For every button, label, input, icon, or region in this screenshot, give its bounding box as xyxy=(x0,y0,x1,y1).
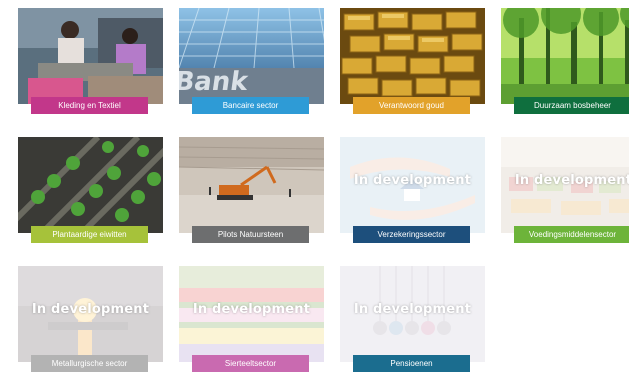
tile-sierteeltsector[interactable]: In development Sierteeltsector xyxy=(179,266,324,372)
forest-image xyxy=(501,8,629,104)
in-development-text: In development xyxy=(192,302,311,317)
gold-bars-image xyxy=(340,8,485,104)
tile-verantwoord-goud[interactable]: Verantwoord goud xyxy=(340,8,485,114)
tile-pensioenen[interactable]: In development Pensioenen xyxy=(340,266,485,372)
bank-building-image: Bank xyxy=(179,8,324,104)
tile-duurzaam-bosbeheer[interactable]: Duurzaam bosbeheer xyxy=(501,8,629,114)
tile-metallurgische-sector[interactable]: In development Metallurgische sector xyxy=(18,266,163,372)
tile-label: Verzekeringssector xyxy=(353,226,470,243)
crop-rows-image xyxy=(18,137,163,233)
tile-voedingsmiddelensector[interactable]: In development Voedingsmiddelensector xyxy=(501,137,629,243)
tile-label: Sierteeltsector xyxy=(192,355,309,372)
textile-workers-image xyxy=(18,8,163,104)
tile-bancaire-sector[interactable]: Bank Bancaire sector xyxy=(179,8,324,114)
tile-label: Plantaardige eiwitten xyxy=(31,226,148,243)
in-development-text: In development xyxy=(353,173,472,188)
in-development-text: In development xyxy=(31,302,150,317)
svg-text:Bank: Bank xyxy=(179,67,250,97)
tile-label: Metallurgische sector xyxy=(31,355,148,372)
tile-label: Verantwoord goud xyxy=(353,97,470,114)
tile-verzekeringssector[interactable]: In development Verzekeringssector xyxy=(340,137,485,243)
tile-label: Voedingsmiddelensector xyxy=(514,226,629,243)
tile-label: Bancaire sector xyxy=(192,97,309,114)
tile-label: Pensioenen xyxy=(353,355,470,372)
tile-pilots-natuursteen[interactable]: Pilots Natuursteen xyxy=(179,137,324,243)
tile-label: Pilots Natuursteen xyxy=(192,226,309,243)
tile-label: Duurzaam bosbeheer xyxy=(514,97,629,114)
tile-plantaardige-eiwitten[interactable]: Plantaardige eiwitten xyxy=(18,137,163,243)
tile-kleding-en-textiel[interactable]: Kleding en Textiel xyxy=(18,8,163,114)
stone-quarry-image xyxy=(179,137,324,233)
in-development-text: In development xyxy=(353,302,472,317)
tile-label: Kleding en Textiel xyxy=(31,97,148,114)
in-development-text: In development xyxy=(514,173,629,188)
